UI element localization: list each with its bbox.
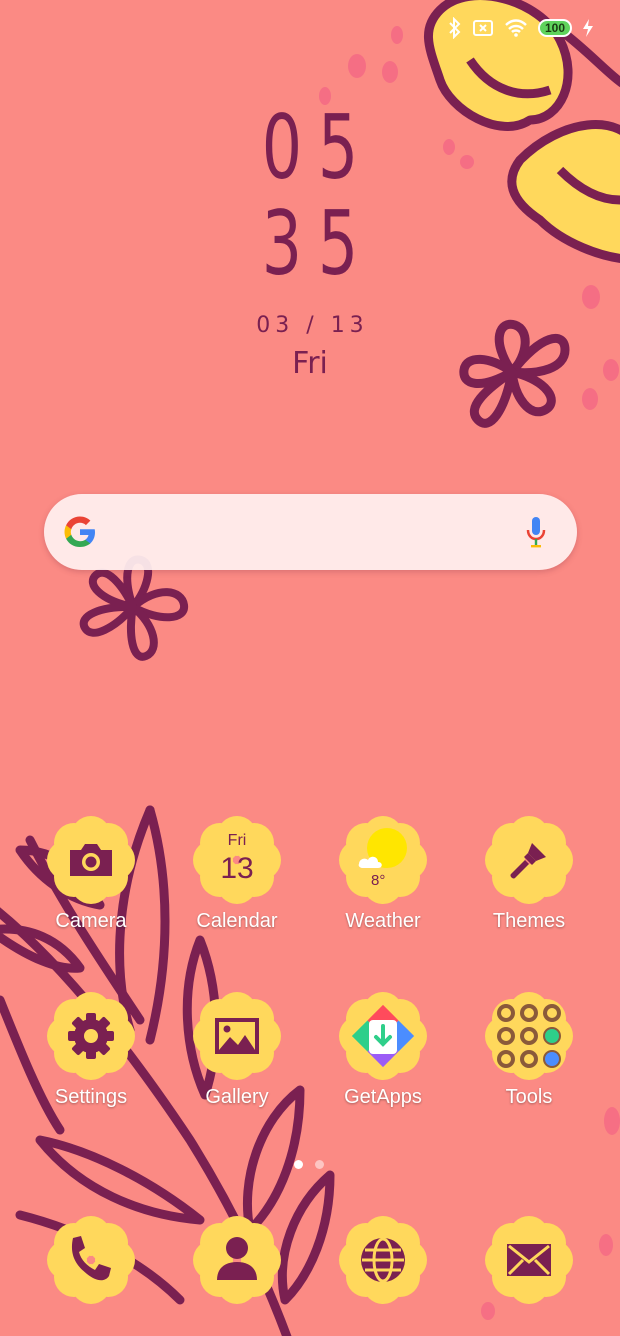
camera-icon[interactable] xyxy=(43,812,139,908)
page-indicator xyxy=(294,1160,324,1169)
dock-contacts[interactable] xyxy=(164,1212,310,1308)
weather-icon[interactable]: 8° xyxy=(335,812,431,908)
getapps-icon[interactable] xyxy=(335,988,431,1084)
app-settings[interactable]: Settings xyxy=(18,988,164,1109)
app-getapps[interactable]: GetApps xyxy=(310,988,456,1109)
app-camera[interactable]: Camera xyxy=(18,812,164,933)
app-label: Gallery xyxy=(205,1086,269,1108)
mic-icon[interactable] xyxy=(525,515,547,549)
image-icon[interactable] xyxy=(189,988,285,1084)
calendar-date: 13 xyxy=(220,852,254,885)
status-bar: 100 xyxy=(448,14,594,42)
app-tools-folder[interactable]: Tools xyxy=(456,988,602,1109)
app-label: GetApps xyxy=(344,1086,422,1108)
gear-icon[interactable] xyxy=(43,988,139,1084)
clock-hours[interactable]: 05 xyxy=(87,100,533,196)
app-calendar[interactable]: Fri 13 Calendar xyxy=(164,812,310,933)
paintbrush-icon[interactable] xyxy=(481,812,577,908)
charging-icon xyxy=(583,19,593,37)
dock-messages[interactable] xyxy=(456,1212,602,1308)
browser-icon[interactable] xyxy=(335,1212,431,1308)
wifi-icon xyxy=(505,19,527,37)
contacts-icon[interactable] xyxy=(189,1212,285,1308)
clock-day[interactable]: Fri xyxy=(0,346,620,381)
google-logo[interactable] xyxy=(62,514,98,550)
app-weather[interactable]: 8° Weather xyxy=(310,812,456,933)
dock-phone[interactable] xyxy=(18,1212,164,1308)
clock-minutes[interactable]: 35 xyxy=(87,196,533,292)
dock-browser[interactable] xyxy=(310,1212,456,1308)
messages-icon[interactable] xyxy=(481,1212,577,1308)
calendar-icon[interactable]: Fri 13 xyxy=(189,812,285,908)
app-themes[interactable]: Themes xyxy=(456,812,602,933)
battery-icon: 100 xyxy=(538,19,572,37)
app-label: Tools xyxy=(505,1086,553,1108)
app-label: Themes xyxy=(492,910,566,932)
home-screen: 100 05 35 03 / 13 Fri Camera Fri 13 Cale… xyxy=(0,0,620,1336)
page-dot[interactable] xyxy=(315,1160,324,1169)
app-label: Weather xyxy=(345,910,421,932)
calendar-day: Fri xyxy=(227,832,247,849)
weather-temperature: 8° xyxy=(371,872,386,889)
battery-level: 100 xyxy=(544,21,566,35)
phone-icon[interactable] xyxy=(43,1212,139,1308)
bluetooth-icon xyxy=(449,17,461,39)
app-label: Calendar xyxy=(196,910,278,932)
tools-folder-icon[interactable] xyxy=(481,988,577,1084)
app-label: Settings xyxy=(54,1086,128,1108)
no-sim-icon xyxy=(473,20,493,36)
app-label: Camera xyxy=(55,910,127,932)
page-dot[interactable] xyxy=(294,1160,303,1169)
clock-date[interactable]: 03 / 13 xyxy=(0,313,620,338)
google-search-bar[interactable] xyxy=(44,494,577,570)
app-gallery[interactable]: Gallery xyxy=(164,988,310,1109)
